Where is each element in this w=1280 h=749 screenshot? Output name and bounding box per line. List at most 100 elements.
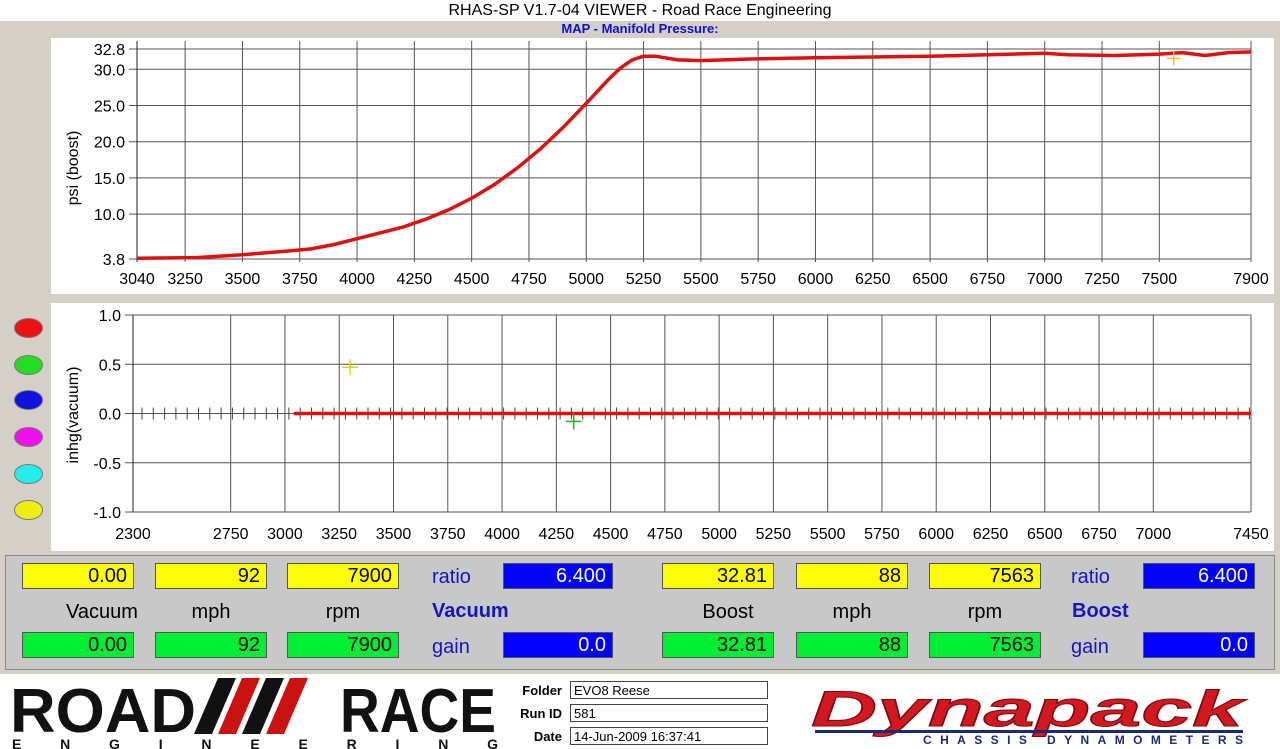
svg-text:RACE: RACE — [340, 677, 496, 746]
x-tick-label: 4250 — [539, 526, 575, 543]
vacuum-cursor-mph: 92 — [155, 563, 267, 589]
y-tick-label: 0.5 — [99, 357, 121, 374]
x-tick-label: 6250 — [855, 271, 891, 288]
x-tick-label: 4750 — [647, 526, 683, 543]
date-label: Date — [533, 729, 562, 744]
y-tick-label: -0.5 — [93, 456, 121, 473]
color-selector-cyan[interactable] — [14, 464, 43, 484]
x-tick-label: 5500 — [810, 526, 846, 543]
vacuum-ratio-label: ratio — [432, 566, 471, 588]
x-tick-label: 6750 — [1081, 526, 1117, 543]
x-tick-label: 3500 — [376, 526, 412, 543]
svg-text:ROAD: ROAD — [10, 677, 196, 746]
y-axis-label: psi (boost) — [65, 131, 82, 206]
x-tick-label: 5250 — [626, 271, 662, 288]
x-tick-label: 3000 — [267, 526, 303, 543]
runid-field[interactable]: 581 — [570, 704, 768, 722]
x-tick-label: 4000 — [339, 271, 375, 288]
y-tick-label: 32.8 — [94, 42, 125, 59]
road-race-logo: ROAD RACE ENGINEERING — [10, 677, 498, 749]
x-tick-label: 3500 — [225, 271, 261, 288]
x-tick-label: 7900 — [1233, 271, 1269, 288]
y-tick-label: 25.0 — [94, 98, 125, 115]
x-tick-label: 5500 — [683, 271, 719, 288]
boost-value: 32.81 — [662, 632, 774, 658]
x-tick-label: 5000 — [701, 526, 737, 543]
color-selector-red[interactable] — [14, 318, 43, 338]
vacuum-cursor-rpm: 7900 — [287, 563, 399, 589]
x-tick-label: 2750 — [213, 526, 249, 543]
x-tick-label: 6250 — [973, 526, 1009, 543]
vacuum-mph-label: mph — [191, 601, 231, 623]
y-tick-label: -1.0 — [93, 505, 121, 522]
folder-field[interactable]: EVO8 Reese — [570, 681, 768, 699]
x-tick-label: 5000 — [568, 271, 604, 288]
x-tick-label: 5750 — [740, 271, 776, 288]
boost-cursor-mph: 88 — [796, 563, 908, 589]
x-tick-label: 6500 — [1027, 526, 1063, 543]
y-tick-label: 15.0 — [94, 171, 125, 188]
boost-gain-label: gain — [1071, 636, 1109, 658]
map-pressure-chart[interactable]: 3.8 10.0 15.0 20.0 25.0 30.0 32.8 3040 3250 3500… — [0, 38, 1280, 294]
vacuum-ratio-value[interactable]: 6.400 — [503, 563, 613, 589]
boost-mph-label: mph — [832, 601, 872, 623]
y-tick-label: 0.0 — [99, 407, 121, 424]
vacuum-cursor-value: 0.00 — [22, 563, 134, 589]
vacuum-value: 0.00 — [22, 632, 134, 658]
footer: ROAD RACE ENGINEERING Folder EVO8 Reese … — [0, 674, 1280, 749]
x-tick-label: 4500 — [454, 271, 490, 288]
x-tick-label: 7450 — [1233, 526, 1269, 543]
x-tick-label: 7000 — [1027, 271, 1063, 288]
boost-ratio-value[interactable]: 6.400 — [1143, 563, 1255, 589]
boost-section-label: Boost — [1072, 600, 1129, 622]
color-selector-magenta[interactable] — [14, 427, 43, 447]
x-tick-label: 6500 — [912, 271, 948, 288]
x-tick-label: 3040 — [119, 271, 155, 288]
boost-rpm-label: rpm — [967, 601, 1003, 623]
y-tick-label: 3.8 — [103, 252, 125, 269]
color-selector-yellow[interactable] — [14, 500, 43, 520]
dynapack-logo: Dynapack CHASSIS DYNAMOMETERS — [811, 681, 1248, 748]
x-tick-label: 5250 — [756, 526, 792, 543]
boost-cursor-rpm: 7563 — [929, 563, 1041, 589]
color-selector-blue[interactable] — [14, 390, 43, 410]
boost-ratio-label: ratio — [1071, 566, 1110, 588]
vacuum-gain-value[interactable]: 0.0 — [503, 632, 613, 658]
boost-gain-value[interactable]: 0.0 — [1143, 632, 1255, 658]
vacuum-chart[interactable]: 1.0 0.5 0.0 -0.5 -1.0 2300 2750 3000 3250 3500 37… — [0, 303, 1280, 551]
x-tick-label: 3750 — [282, 271, 318, 288]
value-panel: 0.00 92 7900 ratio 6.400 Vacuum mph rpm … — [5, 555, 1275, 670]
vacuum-rpm-label: rpm — [325, 601, 361, 623]
runid-label: Run ID — [520, 706, 562, 721]
y-axis-label: inhg(vacuum) — [65, 367, 82, 464]
boost-rpm: 7563 — [929, 632, 1041, 658]
x-tick-label: 4500 — [593, 526, 629, 543]
boost-cursor-value: 32.81 — [662, 563, 774, 589]
chart-plot-area — [51, 303, 1274, 551]
x-tick-label: 3250 — [167, 271, 203, 288]
color-selector-green[interactable] — [14, 355, 43, 375]
x-tick-label: 7000 — [1136, 526, 1172, 543]
x-tick-label: 6000 — [798, 271, 834, 288]
y-tick-label: 20.0 — [94, 135, 125, 152]
boost-value-label: Boost — [702, 601, 754, 623]
boost-mph: 88 — [796, 632, 908, 658]
y-tick-label: 1.0 — [99, 308, 121, 325]
x-tick-label: 6000 — [918, 526, 954, 543]
x-tick-label: 4250 — [397, 271, 433, 288]
x-tick-label: 7250 — [1084, 271, 1120, 288]
y-tick-label: 10.0 — [94, 207, 125, 224]
x-tick-label: 2300 — [115, 526, 151, 543]
x-tick-label: 7500 — [1142, 271, 1178, 288]
x-tick-label: 5750 — [864, 526, 900, 543]
folder-label: Folder — [522, 683, 562, 698]
x-tick-label: 3250 — [321, 526, 357, 543]
window-title: RHAS-SP V1.7-04 VIEWER - Road Race Engin… — [0, 0, 1280, 21]
x-tick-labels: 3040 3250 3500 3750 4000 4250 4500 4750 5000 5250… — [119, 271, 1269, 288]
vacuum-rpm: 7900 — [287, 632, 399, 658]
x-tick-label: 3750 — [430, 526, 466, 543]
date-field[interactable]: 14-Jun-2009 16:37:41 — [570, 727, 768, 745]
x-tick-label: 4000 — [484, 526, 520, 543]
vacuum-mph: 92 — [155, 632, 267, 658]
svg-text:Dynapack: Dynapack — [811, 681, 1247, 737]
